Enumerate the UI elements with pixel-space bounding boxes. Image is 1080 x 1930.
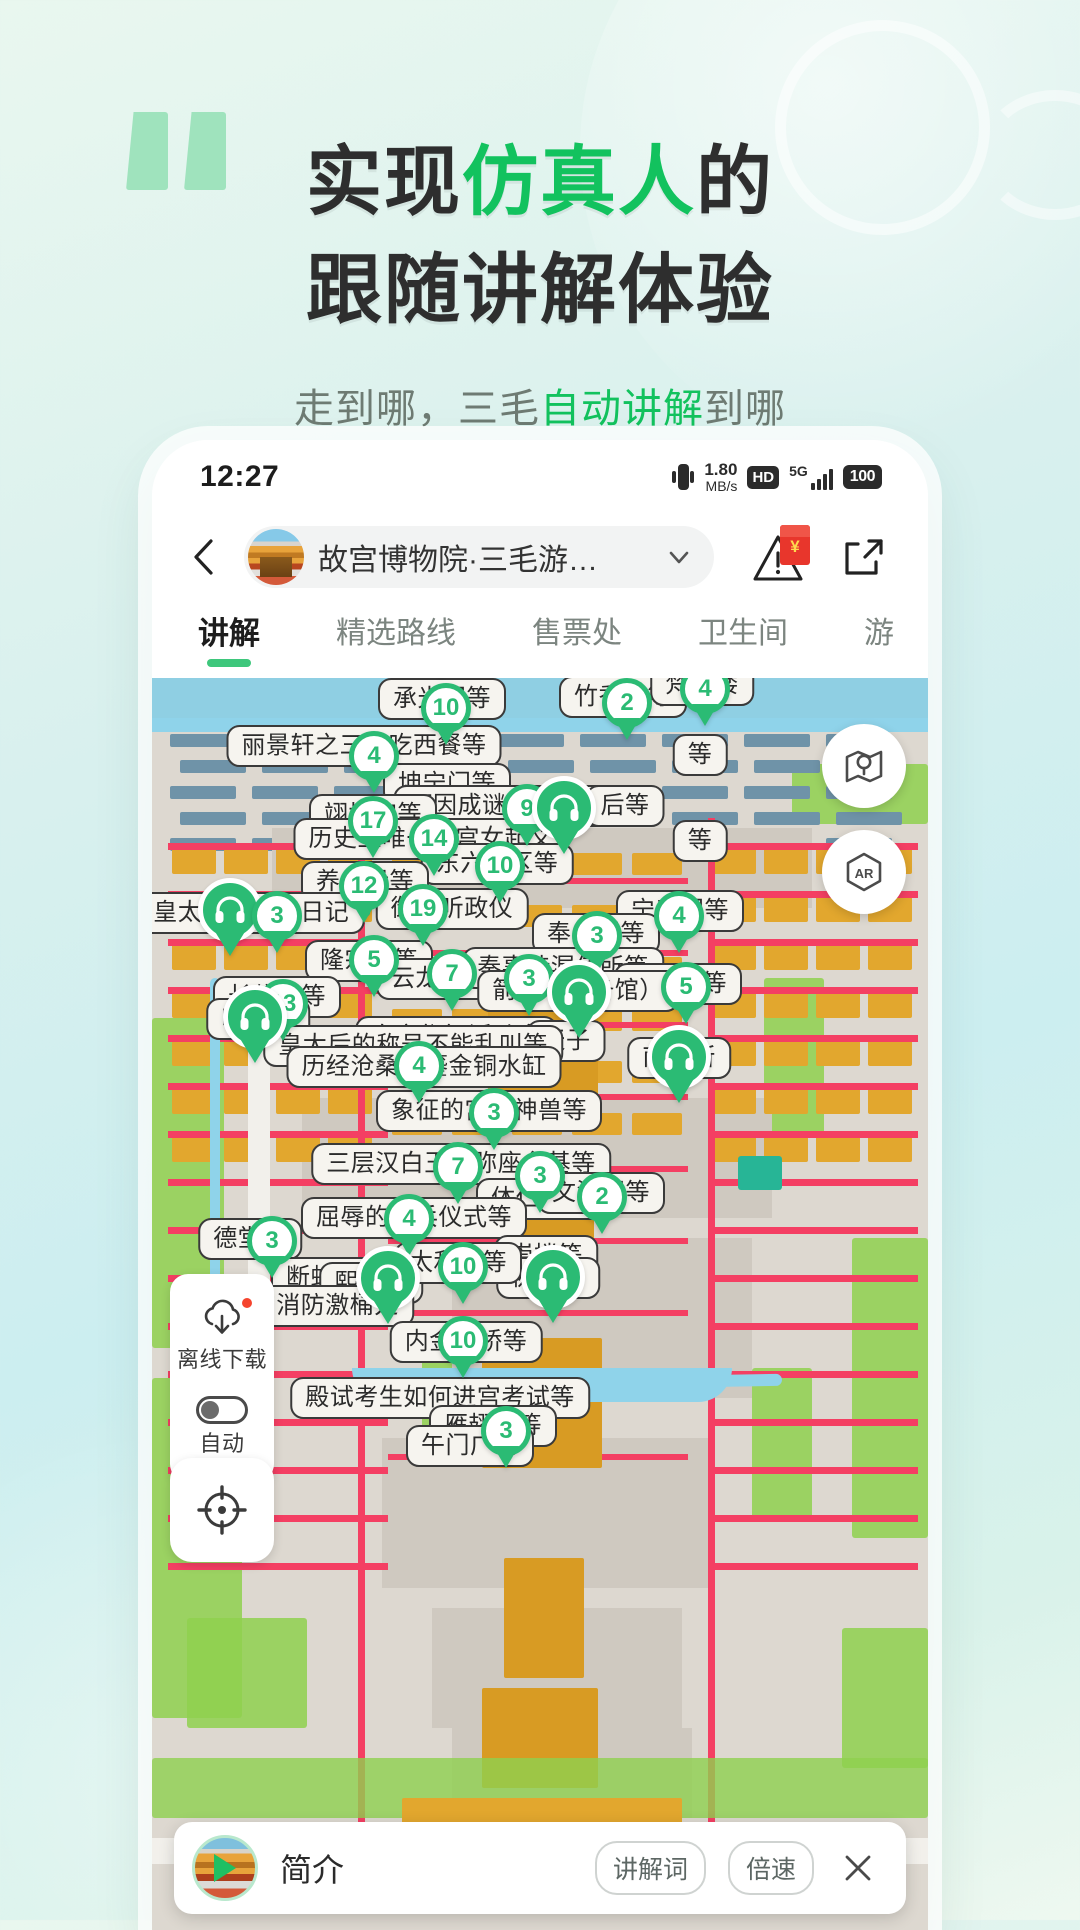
svg-text:AR: AR — [855, 866, 874, 881]
map-numbered-pin[interactable]: 7 — [433, 1142, 483, 1204]
headline-part: 实现 — [306, 137, 462, 226]
tab-jingxuanluxian[interactable]: 精选路线 — [336, 608, 456, 666]
map-pin-area-icon — [845, 750, 883, 783]
venue-avatar — [248, 529, 304, 585]
audio-player-bar[interactable]: 简介 讲解词 倍速 — [174, 1822, 906, 1914]
transcript-button[interactable]: 讲解词 — [594, 1841, 706, 1895]
map-numbered-pin[interactable]: 19 — [398, 884, 448, 946]
map-numbered-pin[interactable]: 4 — [680, 678, 730, 726]
subtitle-part: 到哪 — [704, 386, 786, 431]
play-icon — [214, 1854, 236, 1882]
back-button[interactable] — [180, 534, 226, 580]
player-title: 简介 — [280, 1852, 345, 1888]
hero-section: 实现仿真人的 跟随讲解体验 走到哪，三毛自动讲解到哪 — [0, 0, 1080, 434]
network-speed-indicator: 1.80 MB/s — [704, 459, 738, 494]
locate-me-button[interactable] — [170, 1458, 274, 1562]
auto-play-label: 自动 — [199, 1431, 245, 1456]
alert-coupon-button[interactable] — [752, 525, 810, 585]
map-layer-button[interactable] — [822, 724, 906, 808]
map-audio-pin[interactable] — [521, 1245, 585, 1323]
subtitle-part: 走到哪，三毛 — [294, 386, 540, 431]
map-audio-pin[interactable] — [532, 776, 596, 854]
map-audio-pin[interactable] — [356, 1246, 420, 1324]
playback-speed-button[interactable]: 倍速 — [727, 1841, 814, 1895]
map-numbered-pin[interactable]: 2 — [602, 678, 652, 740]
map-numbered-pin[interactable]: 5 — [349, 935, 399, 997]
map-numbered-pin[interactable]: 4 — [394, 1041, 444, 1103]
map-audio-pin[interactable] — [647, 1025, 711, 1103]
map-audio-pin[interactable] — [223, 985, 287, 1063]
chevron-down-icon — [669, 551, 689, 564]
map-numbered-pin[interactable]: 3 — [481, 1406, 531, 1468]
map-numbered-pin[interactable]: 3 — [252, 891, 302, 953]
ar-button[interactable]: AR — [822, 830, 906, 914]
map-numbered-pin[interactable]: 10 — [475, 841, 525, 903]
status-bar: 12:27 1.80 MB/s HD 5G 100 — [152, 440, 928, 514]
network-speed-unit: MB/s — [705, 477, 738, 494]
map-left-panel: 离线下载 自动 — [170, 1274, 274, 1482]
venue-title: 故宫博物院·三毛游… — [318, 544, 598, 577]
headline-part: 的 — [696, 137, 774, 226]
ar-hexagon-icon: AR — [846, 852, 882, 892]
app-navigation-bar: 故宫博物院·三毛游… — [152, 514, 928, 600]
map-numbered-pin[interactable]: 4 — [349, 731, 399, 793]
interactive-map[interactable]: 承光门等竹香馆等梵华楼丽景轩之三人吃西餐等坤宁门等死因成谜的孝延禧宫后等等翊坤宫… — [152, 678, 928, 1930]
notification-dot — [242, 1298, 252, 1308]
player-thumbnail[interactable] — [192, 1835, 258, 1901]
signal-icon: 5G — [789, 464, 833, 490]
battery-icon: 100 — [842, 465, 882, 489]
network-type-label: 5G — [789, 463, 808, 479]
map-audio-pin[interactable] — [547, 960, 611, 1038]
tab-jiangjie[interactable]: 讲解 — [198, 608, 260, 667]
red-envelope-icon — [780, 525, 810, 565]
offline-download-label: 离线下载 — [176, 1347, 267, 1372]
map-numbered-pin[interactable]: 3 — [247, 1216, 297, 1278]
map-numbered-pin[interactable]: 4 — [654, 891, 704, 953]
hd-icon: HD — [747, 465, 780, 489]
venue-selector[interactable]: 故宫博物院·三毛游… — [244, 526, 714, 588]
map-numbered-pin[interactable]: 10 — [438, 1316, 488, 1378]
map-numbered-pin[interactable]: 17 — [348, 796, 398, 858]
network-speed-value: 1.80 — [704, 459, 738, 479]
close-icon — [845, 1855, 871, 1881]
tab-shoupiaochu[interactable]: 售票处 — [532, 608, 622, 666]
subtitle-accent: 自动讲解 — [540, 386, 704, 431]
map-numbered-pin[interactable]: 2 — [577, 1172, 627, 1234]
map-numbered-pin[interactable]: 3 — [469, 1088, 519, 1150]
cloud-download-icon — [204, 1299, 240, 1334]
map-numbered-pin[interactable]: 3 — [515, 1151, 565, 1213]
auto-play-toggle-item[interactable]: 自动 — [170, 1380, 274, 1464]
headline-line-2: 跟随讲解体验 — [306, 244, 774, 334]
headline-accent: 仿真人 — [462, 137, 696, 226]
quote-mark-icon — [126, 112, 226, 190]
status-bar-time: 12:27 — [200, 460, 280, 493]
share-external-button[interactable] — [838, 532, 888, 582]
map-numbered-pin[interactable]: 14 — [409, 814, 459, 876]
page-subtitle: 走到哪，三毛自动讲解到哪 — [0, 376, 1080, 434]
category-tabs[interactable]: 讲解 精选路线 售票处 卫生间 游 — [152, 600, 928, 678]
tab-you[interactable]: 游 — [864, 608, 894, 666]
map-label[interactable]: 等 — [672, 820, 728, 862]
map-numbered-pin[interactable]: 10 — [421, 683, 471, 745]
map-numbered-pin[interactable]: 7 — [427, 949, 477, 1011]
map-numbered-pin[interactable]: 5 — [661, 962, 711, 1024]
crosshair-locate-icon — [197, 1485, 247, 1535]
tab-weishengjian[interactable]: 卫生间 — [698, 608, 788, 666]
phone-mockup: 12:27 1.80 MB/s HD 5G 100 故宫博物院·三毛游… ¥ 讲… — [152, 440, 928, 1930]
signal-bars-icon — [810, 468, 833, 490]
auto-play-toggle[interactable] — [196, 1396, 248, 1424]
chevron-left-icon — [194, 539, 213, 575]
map-label[interactable]: 等 — [672, 734, 728, 776]
map-label[interactable]: 后等 — [585, 785, 665, 827]
map-numbered-pin[interactable]: 12 — [339, 861, 389, 923]
close-player-button[interactable] — [836, 1846, 880, 1890]
offline-download-button[interactable]: 离线下载 — [170, 1290, 274, 1380]
map-numbered-pin[interactable]: 10 — [438, 1242, 488, 1304]
vibrate-icon — [672, 462, 695, 492]
